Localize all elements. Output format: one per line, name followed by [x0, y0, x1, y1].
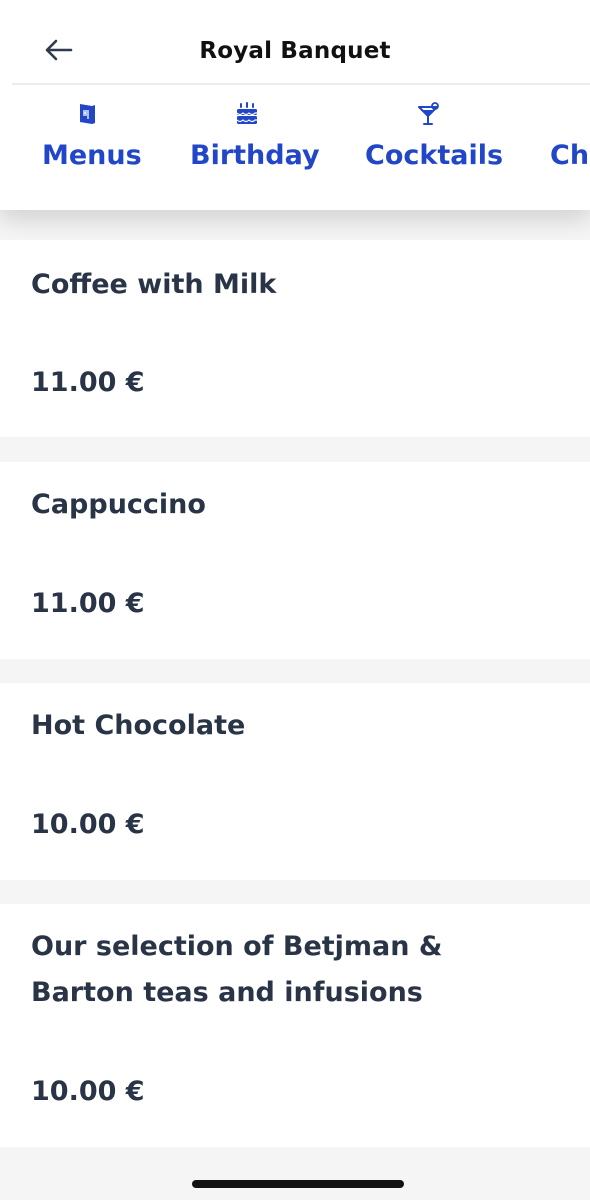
tab-birthday-label: Birthday [190, 140, 320, 171]
tab-partial[interactable]: Cha [550, 85, 590, 210]
birthday-cake-icon [236, 102, 257, 124]
category-tabs: Menus Birthday Cocktails Ch [0, 85, 590, 210]
home-indicator[interactable] [192, 1180, 404, 1188]
item-name: Coffee with Milk [31, 269, 277, 300]
list-item[interactable]: Hot Chocolate 10.00 € [0, 683, 590, 880]
tab-menus-label: Menus [42, 140, 142, 171]
item-price: 10.00 € [31, 809, 145, 840]
cocktail-glass-icon [418, 102, 439, 125]
item-name: Cappuccino [31, 489, 206, 520]
menu-book-icon [80, 104, 95, 124]
list-item[interactable]: Coffee with Milk 11.00 € [0, 240, 590, 437]
top-bar: Royal Banquet Menus Birthday Cocktails C… [0, 0, 590, 210]
page-title: Royal Banquet [199, 38, 391, 64]
item-price: 10.00 € [31, 1076, 145, 1107]
list-item[interactable]: Cappuccino 11.00 € [0, 462, 590, 659]
tab-cocktails[interactable]: Cocktails [365, 85, 504, 210]
item-name: Hot Chocolate [31, 710, 246, 741]
item-price: 11.00 € [31, 367, 145, 398]
tab-menus[interactable]: Menus [42, 85, 142, 210]
tab-birthday[interactable]: Birthday [190, 85, 320, 210]
tab-partial-label: Cha [550, 140, 590, 171]
list-item[interactable]: Our selection of Betjman & Barton teas a… [0, 904, 590, 1147]
app-screen: Royal Banquet Menus Birthday Cocktails C… [0, 0, 590, 1200]
tab-cocktails-label: Cocktails [365, 140, 504, 171]
item-price: 11.00 € [31, 588, 145, 619]
item-name: Our selection of Betjman & Barton teas a… [31, 931, 443, 1008]
